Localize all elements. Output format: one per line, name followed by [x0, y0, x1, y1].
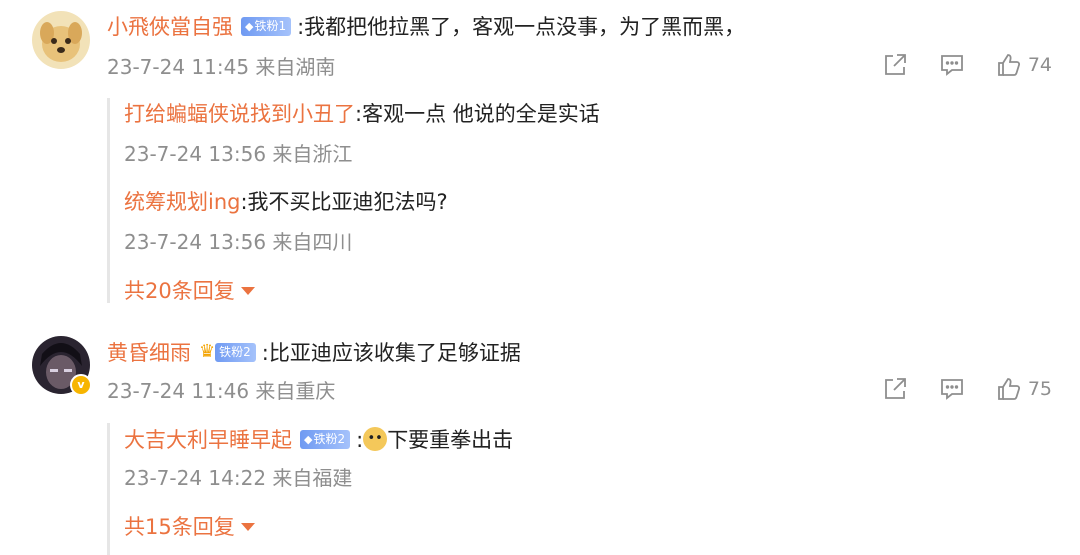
reply-meta: 23-7-24 13:56 来自浙江 — [124, 142, 353, 166]
fan-badge[interactable]: 铁粉2 — [215, 342, 256, 362]
badge-label: 铁粉2 — [313, 431, 346, 446]
comment-meta: 23-7-24 11:45 来自湖南 — [107, 55, 336, 79]
comment-meta: 23-7-24 11:46 来自重庆 — [107, 379, 336, 403]
reply-username[interactable]: 大吉大利早睡早起 — [124, 428, 292, 452]
reply-text: 下要重拳出击 — [387, 428, 514, 452]
fan-badge[interactable]: ◆铁粉1 — [241, 16, 292, 36]
reply-prefix: : — [356, 428, 364, 452]
more-replies-label: 共15条回复 — [124, 515, 235, 539]
share-button[interactable] — [882, 52, 908, 78]
like-button[interactable]: 75 — [996, 376, 1052, 402]
share-icon — [884, 378, 906, 399]
diamond-icon: ◆ — [245, 19, 254, 33]
share-button[interactable] — [882, 376, 908, 402]
more-replies-link[interactable]: 共15条回复 — [124, 512, 255, 542]
thumbs-up-icon — [997, 54, 1020, 76]
reply-item: 统筹规划ing:我不买比亚迪犯法吗? — [124, 187, 448, 217]
diamond-icon: ◆ — [304, 432, 313, 446]
caret-down-icon — [240, 287, 255, 295]
verified-icon: v — [70, 374, 92, 396]
more-replies-label: 共20条回复 — [124, 279, 235, 303]
username[interactable]: 小飛俠當自强 — [107, 15, 233, 39]
comment-header: 黄昏细雨 ♛ 铁粉2 :比亚迪应该收集了足够证据 — [107, 338, 521, 369]
badge-label: 铁粉2 — [219, 344, 251, 359]
reply-text: :客观一点 他说的全是实话 — [355, 102, 600, 126]
comment-text: :我都把他拉黑了，客观一点没事，为了黑而黑， — [297, 15, 746, 39]
fan-badge[interactable]: ◆铁粉2 — [300, 429, 351, 449]
comment-text: :比亚迪应该收集了足够证据 — [261, 341, 521, 365]
share-icon — [884, 54, 906, 75]
thumbs-up-icon — [997, 378, 1020, 400]
reply-thread-border — [107, 423, 110, 555]
comment-button[interactable] — [939, 52, 965, 78]
reply-item: 打给蝙蝠侠说找到小丑了:客观一点 他说的全是实话 — [124, 99, 600, 129]
comment-icon — [940, 55, 963, 76]
reply-thread-border — [107, 98, 110, 303]
reply-item: 大吉大利早睡早起 ◆铁粉2: •• 下要重拳出击 — [124, 425, 513, 455]
badge-label: 铁粉1 — [254, 18, 287, 33]
like-count: 74 — [1027, 54, 1052, 76]
comment-button[interactable] — [939, 376, 965, 402]
caret-down-icon — [240, 523, 255, 531]
comment-actions: 75 — [856, 376, 1052, 408]
reply-text: :我不买比亚迪犯法吗? — [240, 190, 448, 214]
avatar[interactable]: v — [32, 336, 92, 396]
crown-icon: ♛ — [199, 341, 216, 362]
like-count: 75 — [1027, 378, 1052, 400]
doge-emoji-icon: •• — [363, 427, 388, 451]
comment-header: 小飛俠當自强 ◆铁粉1:我都把他拉黑了，客观一点没事，为了黑而黑， — [107, 12, 745, 42]
reply-username[interactable]: 打给蝙蝠侠说找到小丑了 — [124, 102, 355, 126]
comment-actions: 74 — [856, 52, 1052, 84]
username[interactable]: 黄昏细雨 — [107, 341, 191, 365]
reply-username[interactable]: 统筹规划ing — [124, 190, 240, 214]
comment-icon — [940, 379, 963, 400]
reply-meta: 23-7-24 14:22 来自福建 — [124, 466, 353, 490]
more-replies-link[interactable]: 共20条回复 — [124, 276, 255, 306]
like-button[interactable]: 74 — [996, 52, 1052, 78]
avatar[interactable] — [32, 11, 90, 69]
reply-meta: 23-7-24 13:56 来自四川 — [124, 230, 353, 254]
